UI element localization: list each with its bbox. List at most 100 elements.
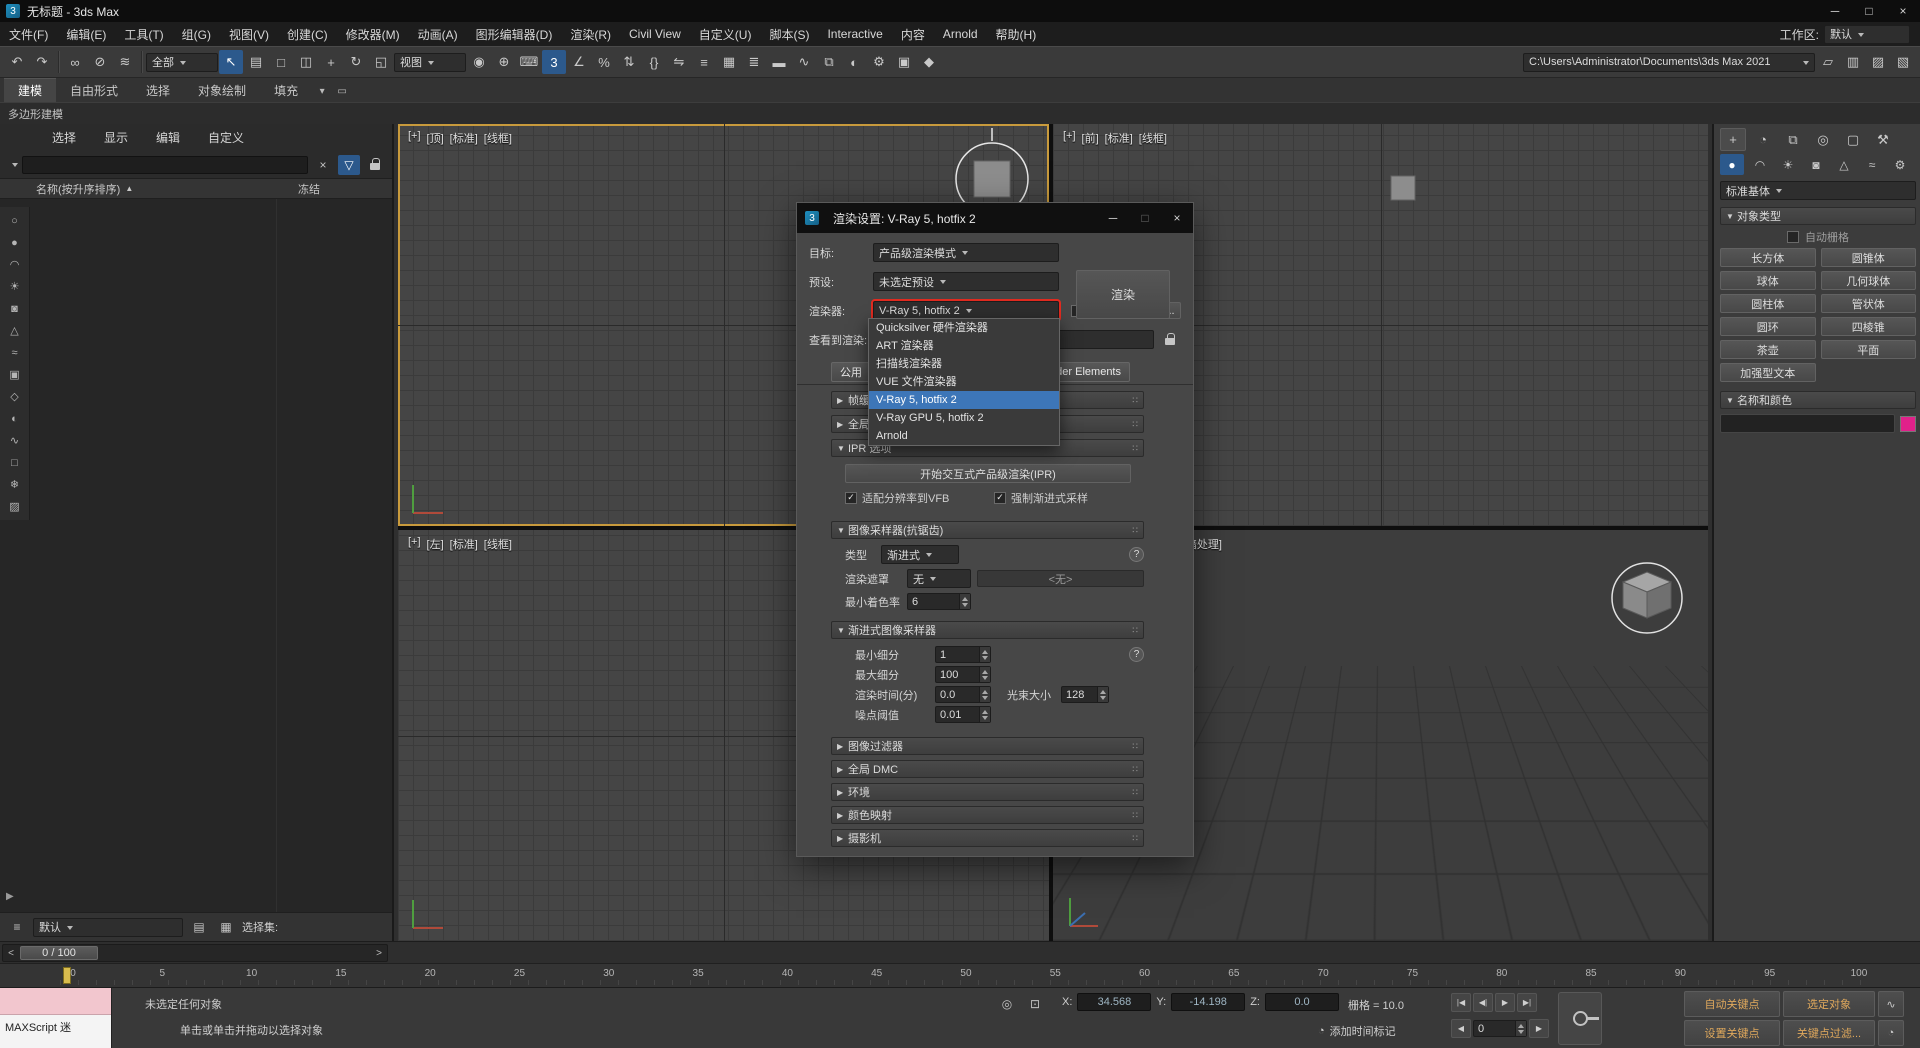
selection-filter-dropdown[interactable]: 全部 — [146, 53, 218, 72]
preset-dropdown[interactable]: 未选定预设 — [873, 272, 1059, 291]
schematic-view-icon[interactable]: ⧉ — [817, 50, 841, 74]
renderer-option[interactable]: VUE 文件渲染器 — [869, 373, 1059, 391]
select-and-move-icon[interactable]: + — [319, 50, 343, 74]
isolate-selection-toggle-icon[interactable]: ◎ — [996, 994, 1018, 1014]
ribbon-minimize-icon[interactable]: ▭ — [332, 82, 352, 100]
renderer-option[interactable]: ART 渲染器 — [869, 337, 1059, 355]
helpers-subtab-icon[interactable]: △ — [1832, 154, 1856, 175]
cameras-subtab-icon[interactable]: ◙ — [1804, 154, 1828, 175]
project-path-dropdown[interactable]: C:\Users\Administrator\Documents\3ds Max… — [1523, 53, 1815, 72]
rollout-grip-icon[interactable]: ∷ — [1132, 395, 1138, 406]
object-type-rollout[interactable]: ▼ 对象类型 — [1720, 207, 1916, 225]
search-mode-icon[interactable] — [12, 163, 18, 170]
create-tab-icon[interactable]: + — [1720, 128, 1746, 151]
undo-icon[interactable]: ↶ — [5, 50, 29, 74]
motion-tab-icon[interactable]: ◎ — [1810, 128, 1836, 151]
viewport-label-segment[interactable]: [顶] — [427, 130, 444, 146]
geometry-category-dropdown[interactable]: 标准基体 — [1720, 181, 1916, 200]
viewport-label-segment[interactable]: [标准] — [450, 536, 478, 552]
render-mask-value-field[interactable]: <无> — [977, 570, 1144, 587]
dialog-minimize-button[interactable]: ─ — [1097, 203, 1129, 233]
window-close-button[interactable]: × — [1886, 0, 1920, 22]
menu-item[interactable]: 视图(V) — [220, 22, 278, 46]
rollout-grip-icon[interactable]: ∷ — [1132, 787, 1138, 798]
maxscript-listener-line[interactable]: MAXScript 迷 — [0, 1015, 111, 1048]
ribbon-tab[interactable]: 自由形式 — [56, 79, 132, 102]
ray-bundle-spinner[interactable]: 128 — [1061, 686, 1109, 703]
object-color-swatch[interactable] — [1900, 416, 1916, 432]
menu-item[interactable]: 动画(A) — [409, 22, 467, 46]
sort-ascending-icon[interactable]: ▲ — [125, 184, 133, 193]
explorer-menu-item[interactable]: 选择 — [52, 129, 76, 146]
go-to-start-button[interactable]: |◀ — [1451, 993, 1471, 1012]
ribbon-more-icon[interactable]: ▾ — [312, 82, 332, 100]
select-and-link-icon[interactable]: ∞ — [63, 50, 87, 74]
spinner-arrows-icon[interactable] — [979, 667, 990, 682]
name-and-color-rollout[interactable]: ▼ 名称和颜色 — [1720, 391, 1916, 409]
renderer-option[interactable]: V-Ray 5, hotfix 2 — [869, 391, 1059, 409]
utilities-tab-icon[interactable]: ⚒ — [1870, 128, 1896, 151]
ribbon-tab[interactable]: 选择 — [132, 79, 184, 102]
maxscript-mini-listener[interactable]: MAXScript 迷 — [0, 988, 112, 1048]
help-button[interactable]: ? — [1129, 547, 1144, 562]
menu-item[interactable]: 创建(C) — [278, 22, 337, 46]
display-frozen-icon[interactable]: ❄ — [4, 475, 26, 494]
display-shapes-icon[interactable]: ◠ — [4, 255, 26, 274]
rollout-grip-icon[interactable]: ∷ — [1132, 625, 1138, 636]
rollout-grip-icon[interactable]: ∷ — [1132, 810, 1138, 821]
window-maximize-button[interactable]: □ — [1852, 0, 1886, 22]
frame-tick-label[interactable]: 100 — [1846, 968, 1872, 979]
reference-coordinate-dropdown[interactable]: 视图 — [394, 53, 466, 72]
render-production-icon[interactable]: ◆ — [917, 50, 941, 74]
viewport-label-segment[interactable]: [标准] — [1105, 130, 1133, 146]
rendered-frame-window-icon[interactable]: ▣ — [892, 50, 916, 74]
select-and-manipulate-icon[interactable]: ⊕ — [492, 50, 516, 74]
tab-common[interactable]: 公用 — [831, 362, 871, 382]
frame-tick-label[interactable]: 5 — [149, 968, 175, 979]
object-type-button[interactable]: 管状体 — [1821, 294, 1917, 313]
box-object[interactable] — [1391, 176, 1415, 200]
frame-tick-label[interactable]: 45 — [864, 968, 890, 979]
default-tangent-icon[interactable]: ∿ — [1878, 991, 1904, 1017]
menu-item[interactable]: 图形编辑器(D) — [467, 22, 562, 46]
menu-item[interactable]: 渲染(R) — [561, 22, 620, 46]
rectangular-selection-region-icon[interactable]: □ — [269, 50, 293, 74]
viewport-label-segment[interactable]: [线框] — [1139, 130, 1167, 146]
min-subdivs-spinner[interactable]: 1 — [935, 646, 991, 663]
rollout-grip-icon[interactable]: ∷ — [1132, 443, 1138, 454]
image-sampler-rollout[interactable]: ▼ 图像采样器(抗锯齿) ∷ — [831, 521, 1144, 539]
key-scope-dropdown[interactable]: 选定对象 — [1783, 991, 1875, 1017]
systems-subtab-icon[interactable]: ⚙ — [1888, 154, 1912, 175]
redo-icon[interactable]: ↷ — [30, 50, 54, 74]
object-type-button[interactable]: 长方体 — [1720, 248, 1816, 267]
previous-frame-button[interactable]: ◀| — [1473, 993, 1493, 1012]
display-materials-icon[interactable]: ◐ — [4, 409, 26, 428]
select-and-rotate-icon[interactable]: ↻ — [344, 50, 368, 74]
menu-item[interactable]: 内容 — [892, 22, 934, 46]
key-filters-button[interactable]: 关键点过滤... — [1783, 1020, 1875, 1046]
viewport-label-segment[interactable]: [+] — [408, 536, 421, 552]
object-type-button[interactable]: 圆锥体 — [1821, 248, 1917, 267]
render-mask-dropdown[interactable]: 无 — [907, 569, 971, 588]
workspace-switch-icon[interactable]: ▧ — [1891, 50, 1915, 74]
menu-item[interactable]: 工具(T) — [115, 22, 172, 46]
expand-icon[interactable]: ▶ — [6, 891, 14, 902]
help-button[interactable]: ? — [1129, 647, 1144, 662]
object-type-button[interactable]: 几何球体 — [1821, 271, 1917, 290]
next-frame-arrow[interactable]: > — [372, 946, 386, 960]
selection-set-dropdown[interactable]: 默认 — [33, 918, 183, 937]
frame-tick-label[interactable]: 40 — [774, 968, 800, 979]
display-helpers-icon[interactable]: △ — [4, 321, 26, 340]
window-crossing-icon[interactable]: ◫ — [294, 50, 318, 74]
progressive-sampler-rollout[interactable]: ▼ 渐进式图像采样器 ∷ — [831, 621, 1144, 639]
time-slider-track[interactable]: < 0 / 100 > — [2, 944, 388, 962]
explorer-search-input[interactable] — [22, 156, 308, 174]
track-bar[interactable]: 0510152025303540455055606570758085909510… — [0, 963, 1920, 987]
frame-tick-label[interactable]: 95 — [1757, 968, 1783, 979]
select-object-icon[interactable]: ↖ — [219, 50, 243, 74]
menu-item[interactable]: Civil View — [620, 22, 690, 46]
fit-resolution-checkbox[interactable]: ✓ — [845, 492, 857, 504]
display-none-icon[interactable]: ○ — [4, 211, 26, 230]
menu-item[interactable]: 自定义(U) — [690, 22, 761, 46]
display-geometry-icon[interactable]: ● — [4, 233, 26, 252]
